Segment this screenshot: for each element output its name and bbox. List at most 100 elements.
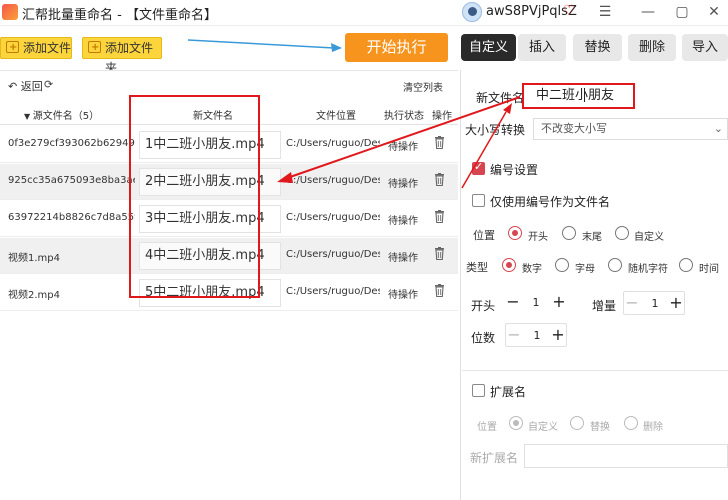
clear-list-button[interactable]: 清空列表 — [403, 79, 443, 94]
type-option-random: 随机字符 — [628, 264, 668, 275]
avatar[interactable] — [462, 2, 482, 22]
start-label: 开头 — [471, 299, 496, 313]
col-location: 文件位置 — [316, 111, 356, 122]
file-path: C:/Users/ruguo/Deskto — [286, 286, 380, 297]
back-button[interactable]: ↶ 返回 — [8, 78, 43, 94]
col-op: 操作 — [432, 111, 452, 122]
start-stepper[interactable]: − 1 + — [505, 291, 567, 315]
trash-icon[interactable] — [434, 210, 445, 223]
type-radio-random[interactable] — [608, 258, 622, 272]
type-radio-letter[interactable] — [555, 258, 569, 272]
case-label: 大小写转换 — [465, 123, 526, 137]
new-name-input[interactable]: 中二班小朋友 — [522, 83, 635, 109]
status-text: 待操作 — [388, 216, 418, 227]
type-option-letter: 字母 — [575, 264, 595, 275]
window-title: 汇帮批量重命名 - 【文件重命名】 — [22, 8, 217, 23]
increment-label: 增量 — [592, 299, 617, 313]
position-label: 位置 — [473, 229, 495, 242]
ext-radio-custom[interactable] — [509, 416, 523, 430]
position-radio-end[interactable] — [562, 226, 576, 240]
source-name: 视频1.mp4 — [8, 253, 60, 264]
file-path: C:/Users/ruguo/Deskto — [286, 138, 380, 149]
file-path: C:/Users/ruguo/Deskto — [286, 249, 380, 260]
add-folder-button[interactable]: 添加文件夹 — [82, 37, 162, 75]
minus-icon[interactable]: − — [505, 291, 521, 315]
ext-radio-replace[interactable] — [570, 416, 584, 430]
status-text: 待操作 — [388, 142, 418, 153]
only-number-checkbox[interactable] — [472, 194, 485, 207]
source-name: 0f3e279cf393062b6294909075 — [8, 138, 135, 149]
start-value[interactable]: 1 — [521, 291, 551, 315]
plus-icon[interactable]: + — [668, 292, 684, 316]
position-option-end: 末尾 — [582, 232, 602, 243]
maximize-icon[interactable]: ▢ — [672, 2, 692, 22]
digits-value[interactable]: 1 — [522, 324, 552, 348]
col-source-label: 源文件名（5） — [32, 111, 100, 122]
refresh-icon[interactable]: ⟳ — [44, 78, 53, 91]
back-label: 返回 — [20, 80, 43, 93]
trash-icon[interactable] — [434, 284, 445, 297]
increment-stepper[interactable]: − 1 + — [623, 291, 685, 315]
type-option-number: 数字 — [522, 264, 542, 275]
type-radio-time[interactable] — [679, 258, 693, 272]
plus-icon[interactable]: + — [551, 291, 567, 315]
position-option-start: 开头 — [528, 232, 548, 243]
case-select[interactable]: 不改变大小写 ⌄ — [533, 118, 728, 140]
status-text: 待操作 — [388, 290, 418, 301]
vip-heart-icon[interactable]: ♡ — [563, 3, 576, 19]
type-radio-number[interactable] — [502, 258, 516, 272]
file-path: C:/Users/ruguo/Deskto — [286, 212, 380, 223]
sort-icon: ▼ — [24, 112, 33, 121]
start-button[interactable]: 开始执行 — [345, 33, 448, 62]
ext-radio-delete[interactable] — [624, 416, 638, 430]
app-logo — [2, 4, 18, 20]
numbering-checkbox[interactable] — [472, 160, 485, 175]
minus-icon[interactable]: − — [506, 324, 522, 348]
ext-position-label: 位置 — [477, 422, 497, 433]
add-file-button[interactable]: 添加文件 — [0, 37, 72, 59]
source-name: 63972214b8826c7d8a5594efe — [8, 212, 135, 223]
digits-label: 位数 — [471, 331, 496, 345]
col-source[interactable]: ▼ 源文件名（5） — [24, 107, 99, 122]
type-option-time: 时间 — [699, 264, 719, 275]
case-select-value: 不改变大小写 — [541, 122, 607, 135]
tab-insert[interactable]: 插入 — [518, 34, 566, 61]
tab-import[interactable]: 导入 — [682, 34, 728, 61]
ext-checkbox[interactable] — [472, 384, 485, 397]
chevron-down-icon: ⌄ — [713, 122, 723, 135]
new-ext-label: 新扩展名 — [470, 451, 519, 465]
digits-stepper[interactable]: − 1 + — [505, 323, 567, 347]
menu-icon[interactable]: ☰ — [595, 2, 615, 22]
title-bar: 汇帮批量重命名 - 【文件重命名】 awS8PVjPqlsZ ♡ ☰ — ▢ ✕ — [0, 0, 728, 26]
close-icon[interactable]: ✕ — [704, 2, 724, 22]
tab-custom[interactable]: 自定义 — [461, 34, 516, 61]
status-text: 待操作 — [388, 253, 418, 264]
file-path: C:/Users/ruguo/Deskto — [286, 175, 380, 186]
position-radio-custom[interactable] — [615, 226, 629, 240]
trash-icon[interactable] — [434, 173, 445, 186]
ext-label: 扩展名 — [490, 385, 527, 399]
trash-icon[interactable] — [434, 247, 445, 260]
status-text: 待操作 — [388, 179, 418, 190]
tab-delete[interactable]: 删除 — [628, 34, 676, 61]
plus-icon[interactable]: + — [550, 324, 566, 348]
minus-icon[interactable]: − — [624, 292, 640, 316]
add-file-icon — [6, 38, 19, 58]
ext-option-delete: 删除 — [643, 422, 663, 433]
new-name-label: 新文件名 — [476, 91, 525, 105]
type-label: 类型 — [466, 261, 488, 274]
position-radio-start[interactable] — [508, 226, 522, 240]
source-name: 925cc35a675093e8ba3aeb764 — [8, 175, 135, 186]
tab-replace[interactable]: 替换 — [573, 34, 622, 61]
trash-icon[interactable] — [434, 136, 445, 149]
source-name: 视频2.mp4 — [8, 290, 60, 301]
add-file-label: 添加文件 — [23, 41, 72, 55]
numbering-label: 编号设置 — [490, 163, 539, 177]
only-number-label: 仅使用编号作为文件名 — [490, 195, 611, 209]
add-folder-icon — [88, 38, 101, 58]
increment-value[interactable]: 1 — [640, 292, 670, 316]
new-ext-input[interactable] — [524, 444, 728, 468]
blue-arrow-annotation — [187, 39, 342, 52]
minimize-icon[interactable]: — — [638, 2, 658, 22]
col-status: 执行状态 — [384, 111, 424, 122]
